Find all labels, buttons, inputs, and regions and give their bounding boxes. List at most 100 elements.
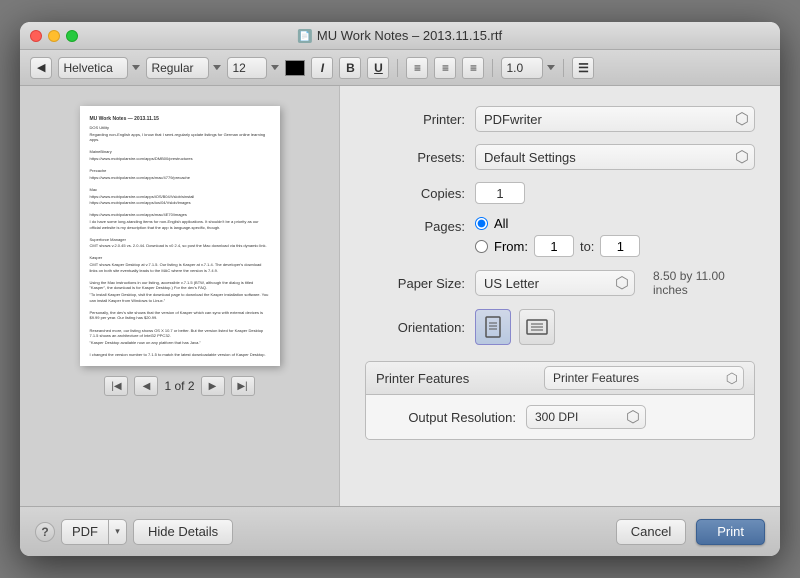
italic-btn[interactable]: I (311, 57, 333, 79)
line-spacing-select[interactable]: 1.0 (501, 57, 543, 79)
pages-control: All From: to: (475, 216, 755, 257)
align-left-btn[interactable]: ≡ (406, 57, 428, 79)
traffic-lights (30, 30, 78, 42)
doc-paragraph-20: "Kasper Desktop available now on any pla… (90, 340, 270, 346)
printer-features-title: Printer Features (376, 371, 469, 386)
orientation-row: Orientation: (365, 309, 755, 345)
line-spacing-arrow (547, 65, 555, 70)
toolbar-separator-2 (492, 59, 493, 77)
paper-size-label: Paper Size: (365, 276, 465, 291)
printer-features-select[interactable]: Printer Features (544, 366, 744, 390)
toolbar: ◀ Helvetica Regular 12 I B U ≡ ≡ ≡ (20, 50, 780, 86)
pdf-button[interactable]: PDF (61, 519, 109, 545)
font-size-select[interactable]: 12 (227, 57, 267, 79)
printer-select[interactable]: PDFwriter (475, 106, 755, 132)
doc-paragraph-2: Regarding non-English apps, I know that … (90, 132, 270, 143)
doc-paragraph-1: DOS Utility (90, 125, 270, 131)
maximize-button[interactable] (66, 30, 78, 42)
output-resolution-label: Output Resolution: (386, 410, 516, 425)
close-button[interactable] (30, 30, 42, 42)
doc-paragraph-18: Personally, the dev's site shows that th… (90, 310, 270, 321)
pdf-btn-wrapper: PDF ▾ (61, 519, 127, 545)
doc-paragraph-14: Kasper (90, 255, 270, 261)
bottom-left-controls: ? PDF ▾ Hide Details (35, 519, 233, 545)
color-box[interactable] (285, 60, 305, 76)
paper-size-select[interactable]: US Letter (475, 270, 635, 296)
pages-to-label: to: (580, 239, 594, 254)
pages-from-radio[interactable] (475, 240, 488, 253)
page-navigation: |◀ ◀ 1 of 2 ▶ ▶| (104, 376, 254, 396)
cancel-button[interactable]: Cancel (616, 519, 686, 545)
font-style-wrapper: Regular (146, 57, 221, 79)
page-preview: MU Work Notes — 2013.11.15 DOS Utility R… (80, 106, 280, 366)
title-bar: 📄 MU Work Notes – 2013.11.15.rtf (20, 22, 780, 50)
help-button[interactable]: ? (35, 522, 55, 542)
document-icon: 📄 (298, 29, 312, 43)
doc-paragraph-11: I do have some long-standing items for n… (90, 219, 270, 230)
portrait-icon (484, 316, 502, 338)
copies-label: Copies: (365, 186, 465, 201)
doc-paragraph-5: Precache (90, 168, 270, 174)
pages-to-input[interactable] (600, 235, 640, 257)
doc-paragraph-19: Researched more, our listing shows OS X … (90, 328, 270, 339)
orientation-label: Orientation: (365, 320, 465, 335)
pages-from-input[interactable] (534, 235, 574, 257)
features-select-wrapper: Printer Features (544, 366, 744, 390)
underline-btn[interactable]: U (367, 57, 389, 79)
pages-all-radio[interactable] (475, 217, 488, 230)
align-right-btn[interactable]: ≡ (462, 57, 484, 79)
pages-options: All From: to: (475, 216, 755, 257)
doc-paragraph-7: Mac (90, 187, 270, 193)
toolbar-left-btn[interactable]: ◀ (30, 57, 52, 79)
next-page-btn[interactable]: ▶ (201, 376, 225, 396)
font-style-select[interactable]: Regular (146, 57, 209, 79)
paper-size-select-wrapper: US Letter (475, 270, 635, 296)
printer-features-section: Printer Features Printer Features Output… (365, 361, 755, 440)
hide-details-button[interactable]: Hide Details (133, 519, 233, 545)
bottom-bar: ? PDF ▾ Hide Details Cancel Print (20, 506, 780, 556)
doc-paragraph-8: https://www.mobipolarstre.com/apps/iOS/B… (90, 194, 270, 200)
prev-page-btn[interactable]: ◀ (134, 376, 158, 396)
presets-select-wrapper: Default Settings (475, 144, 755, 170)
font-size-arrow (271, 65, 279, 70)
list-btn[interactable]: ☰ (572, 57, 594, 79)
doc-paragraph-4: https://www.mobipolarstre.com/apps/DMB00… (90, 156, 270, 162)
doc-paragraph-17: "To install Kasper Desktop, visit the do… (90, 292, 270, 303)
minimize-button[interactable] (48, 30, 60, 42)
portrait-btn[interactable] (475, 309, 511, 345)
bold-btn[interactable]: B (339, 57, 361, 79)
doc-paragraph-9: https://www.mobipolarstre.com/apps/ios/0… (90, 200, 270, 206)
printer-label: Printer: (365, 112, 465, 127)
presets-select[interactable]: Default Settings (475, 144, 755, 170)
line-spacing-wrapper: 1.0 (501, 57, 555, 79)
window-title: 📄 MU Work Notes – 2013.11.15.rtf (298, 28, 502, 43)
print-dialog-window: 📄 MU Work Notes – 2013.11.15.rtf ◀ Helve… (20, 22, 780, 556)
last-page-btn[interactable]: ▶| (231, 376, 255, 396)
font-family-select[interactable]: Helvetica (58, 57, 128, 79)
paper-size-row: Paper Size: US Letter 8.50 by 11.00 inch… (365, 269, 755, 297)
bottom-right-controls: Cancel Print (616, 519, 765, 545)
pages-row: Pages: All From: to: (365, 216, 755, 257)
output-resolution-select[interactable]: 300 DPI (526, 405, 646, 429)
align-center-btn[interactable]: ≡ (434, 57, 456, 79)
doc-paragraph-12: Superforce Manager (90, 237, 270, 243)
toolbar-separator-1 (397, 59, 398, 77)
pdf-dropdown-arrow[interactable]: ▾ (109, 519, 127, 545)
print-button[interactable]: Print (696, 519, 765, 545)
first-page-btn[interactable]: |◀ (104, 376, 128, 396)
presets-row: Presets: Default Settings (365, 144, 755, 170)
page-indicator: 1 of 2 (164, 379, 194, 393)
printer-features-body: Output Resolution: 300 DPI (366, 395, 754, 439)
doc-paragraph-10: https://www.mobipolarstre.com/apps/mac/4… (90, 212, 270, 218)
pages-label: Pages: (365, 216, 465, 234)
pages-all-row: All (475, 216, 755, 231)
paper-size-dimensions: 8.50 by 11.00 inches (653, 269, 755, 297)
pages-from-label: From: (494, 239, 528, 254)
pages-all-label: All (494, 216, 508, 231)
presets-label: Presets: (365, 150, 465, 165)
copies-input[interactable] (475, 182, 525, 204)
landscape-btn[interactable] (519, 309, 555, 345)
copies-control (475, 182, 755, 204)
printer-features-header: Printer Features Printer Features (366, 362, 754, 395)
copies-row: Copies: (365, 182, 755, 204)
